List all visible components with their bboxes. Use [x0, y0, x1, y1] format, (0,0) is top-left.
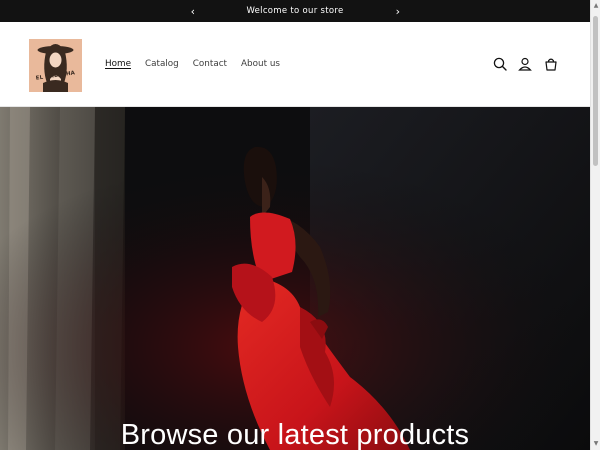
announcement-text: Welcome to our store: [246, 6, 344, 16]
announcement-prev-button[interactable]: ‹: [183, 0, 203, 22]
scroll-down-icon[interactable]: ▼: [591, 438, 600, 450]
nav-home[interactable]: Home: [105, 59, 131, 69]
hero-image: [0, 107, 590, 450]
chevron-left-icon: ‹: [190, 4, 196, 18]
logo-illustration: [29, 39, 82, 92]
scrollbar-thumb[interactable]: [593, 16, 598, 166]
nav-catalog[interactable]: Catalog: [145, 59, 179, 69]
cart-icon[interactable]: [543, 56, 559, 72]
nav-about-us[interactable]: About us: [241, 59, 280, 69]
main-nav: Home Catalog Contact About us: [105, 59, 294, 69]
search-icon[interactable]: [492, 56, 508, 72]
chevron-right-icon: ›: [395, 4, 401, 18]
hero-banner: Browse our latest products: [0, 107, 590, 450]
nav-contact[interactable]: Contact: [193, 59, 227, 69]
account-icon[interactable]: [517, 56, 533, 72]
site-header: EL SHEEKHA Home Catalog Contact About us: [0, 22, 590, 107]
announcement-bar: ‹ Welcome to our store ›: [0, 0, 590, 22]
scroll-up-icon[interactable]: ▲: [591, 0, 600, 12]
hero-title: Browse our latest products: [120, 419, 470, 450]
page-scrollbar[interactable]: ▲ ▼: [590, 0, 600, 450]
announcement-next-button[interactable]: ›: [388, 0, 408, 22]
store-logo[interactable]: EL SHEEKHA: [29, 39, 82, 92]
